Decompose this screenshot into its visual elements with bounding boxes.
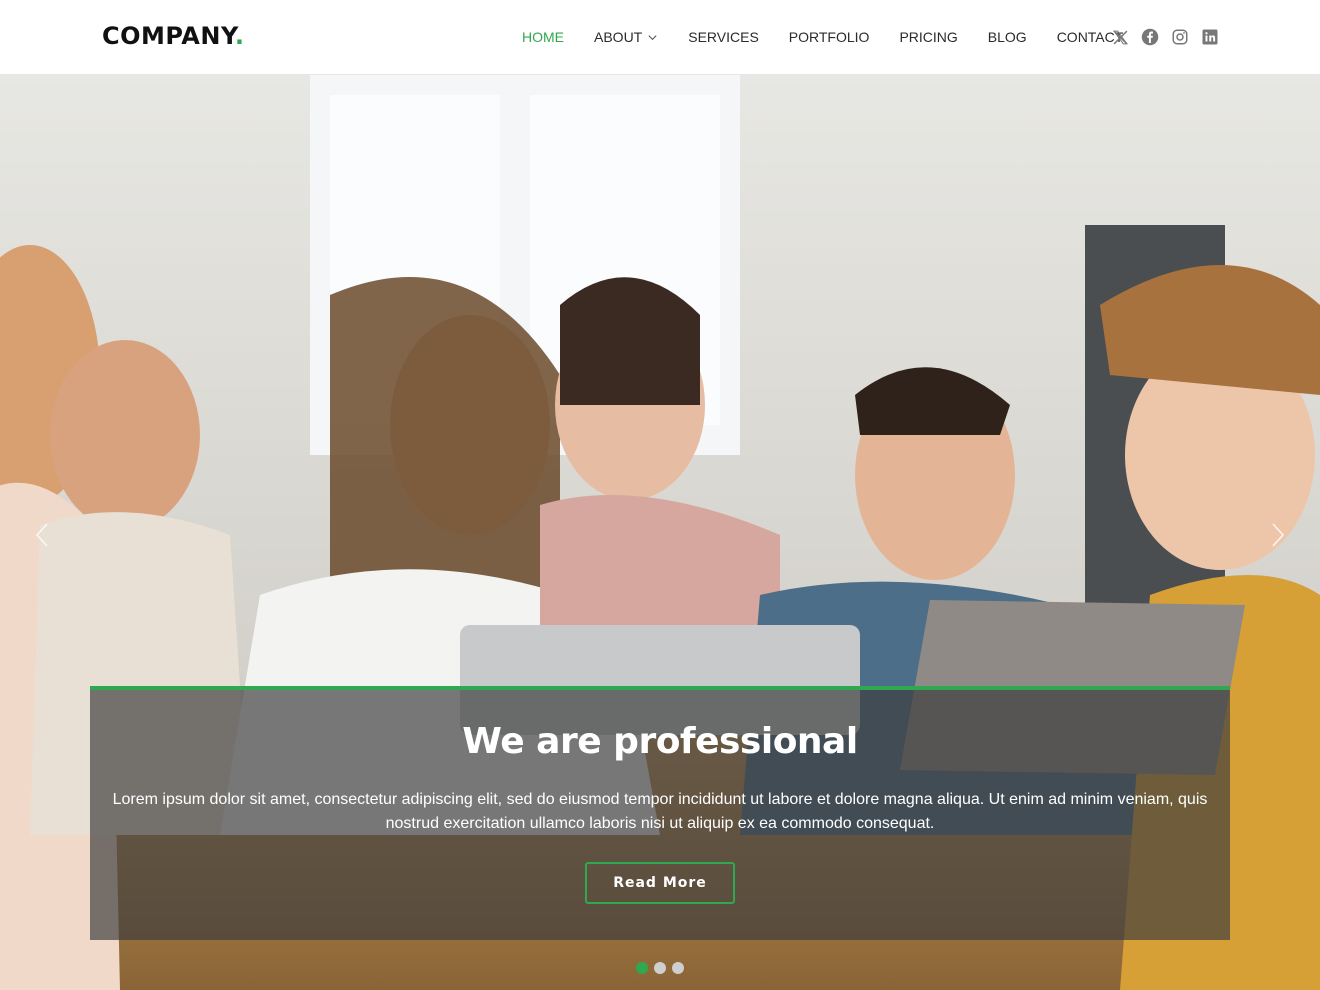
chevron-down-icon xyxy=(648,34,657,40)
next-slide-arrow[interactable] xyxy=(1268,520,1288,550)
slide-indicator-3[interactable] xyxy=(672,962,684,974)
nav-label-portfolio: PORTFOLIO xyxy=(788,29,870,45)
prev-slide-arrow[interactable] xyxy=(32,520,52,550)
instagram-icon[interactable] xyxy=(1170,27,1190,47)
main-nav: HOME ABOUT SERVICES PORTFOLIO PRICING BL… xyxy=(522,28,1153,46)
nav-label-services: SERVICES xyxy=(688,29,759,45)
chevron-right-icon xyxy=(1272,523,1285,547)
nav-item-home[interactable]: HOME xyxy=(522,28,564,46)
slide-indicator-1[interactable] xyxy=(636,962,648,974)
nav-label-pricing: PRICING xyxy=(899,29,958,45)
slide-indicator-2[interactable] xyxy=(654,962,666,974)
read-more-button[interactable]: Read More xyxy=(585,862,735,904)
nav-item-pricing[interactable]: PRICING xyxy=(899,28,957,46)
slide-indicators xyxy=(636,962,690,974)
nav-item-portfolio[interactable]: PORTFOLIO xyxy=(789,28,870,46)
logo[interactable]: COMPANY. xyxy=(102,22,244,50)
nav-label-home: HOME xyxy=(522,29,564,45)
x-icon[interactable] xyxy=(1110,27,1130,47)
logo-dot: . xyxy=(234,22,245,50)
facebook-icon[interactable] xyxy=(1140,27,1160,47)
nav-label-blog: BLOG xyxy=(987,29,1027,45)
linkedin-icon[interactable] xyxy=(1200,27,1220,47)
nav-label-about: ABOUT xyxy=(594,29,643,45)
nav-item-blog[interactable]: BLOG xyxy=(988,28,1027,46)
hero-title: We are professional xyxy=(462,721,858,762)
hero-slider: We are professional Lorem ipsum dolor si… xyxy=(0,75,1320,990)
chevron-left-icon xyxy=(35,523,48,547)
nav-item-about[interactable]: ABOUT xyxy=(594,28,658,46)
logo-text: COMPANY xyxy=(102,22,235,50)
nav-item-services[interactable]: SERVICES xyxy=(688,28,759,46)
social-links xyxy=(1110,27,1230,47)
hero-caption: We are professional Lorem ipsum dolor si… xyxy=(90,686,1230,940)
site-header: COMPANY. HOME ABOUT SERVICES PORTFOLIO P… xyxy=(0,0,1320,75)
hero-text: Lorem ipsum dolor sit amet, consectetur … xyxy=(112,791,1208,832)
